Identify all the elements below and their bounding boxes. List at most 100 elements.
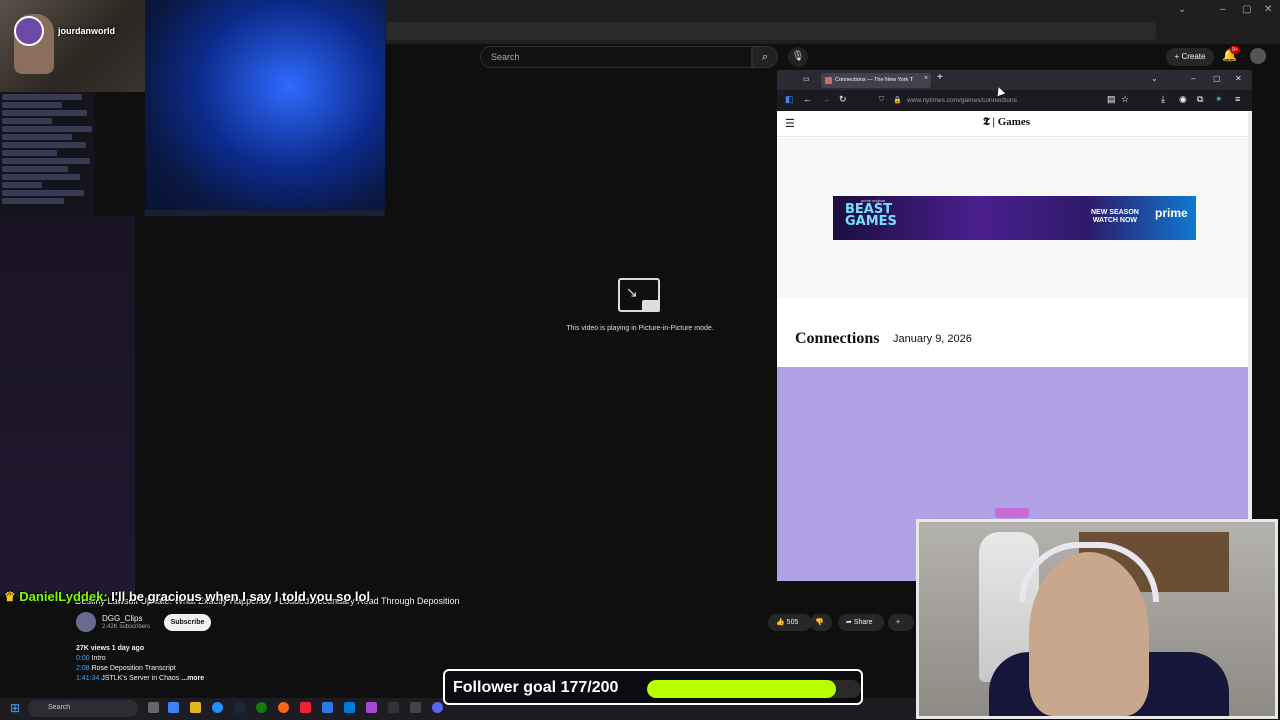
like-button[interactable]: 👍 505 <box>768 614 812 631</box>
reader-view-icon[interactable]: ▤ <box>1107 94 1116 105</box>
follower-goal-track <box>647 680 861 698</box>
browser-tab-strip: ▭ Connections — The New York T × + ⌄ – ▢… <box>777 70 1252 90</box>
page-scrollbar[interactable] <box>1248 111 1252 581</box>
create-label: Create <box>1181 52 1206 61</box>
account-icon[interactable]: ◉ <box>1179 94 1187 105</box>
shield-icon[interactable]: ⛉ <box>879 96 884 104</box>
chapter-timestamp[interactable]: 0:00 <box>76 655 90 662</box>
app-icon[interactable] <box>366 702 377 713</box>
url-bar[interactable]: ⛉ 🔒 www.nytimes.com/games/connections <box>873 93 1109 108</box>
share-icon: ➦ <box>846 619 852 626</box>
downloads-icon[interactable]: ⤓ <box>1161 94 1165 105</box>
follower-goal-widget: Follower goal 177/200 <box>443 669 863 705</box>
left-background-panel <box>0 216 135 596</box>
nyt-games-logo[interactable]: 𝕿 | Games <box>983 116 1030 129</box>
maximize-icon[interactable]: ▢ <box>1242 4 1251 15</box>
crown-icon: ♛ <box>4 589 16 604</box>
edge-icon[interactable] <box>212 702 223 713</box>
ad-title-line: GAMES <box>845 214 897 229</box>
microphone-icon: 🎙 <box>791 51 805 62</box>
chat-username: DanielLyddek: <box>19 589 108 604</box>
file-explorer-icon[interactable] <box>190 702 201 713</box>
games-logo-text: Games <box>997 116 1031 128</box>
reload-icon[interactable]: ↻ <box>839 94 847 105</box>
create-button[interactable]: + Create <box>1166 48 1214 66</box>
channel-avatar[interactable] <box>76 612 96 632</box>
notification-badge: 9+ <box>1230 46 1240 54</box>
search-input[interactable]: Search <box>480 46 752 68</box>
app-icon[interactable] <box>300 702 311 713</box>
chapter-timestamp[interactable]: 2:08 <box>76 665 90 672</box>
chapter-item: 0:00 Intro <box>76 654 516 664</box>
firefox-icon[interactable] <box>278 702 289 713</box>
maximize-icon[interactable]: ▢ <box>1213 74 1221 83</box>
extension-icon[interactable]: ✶ <box>1215 94 1223 105</box>
dislike-button[interactable]: 👎 <box>810 614 832 631</box>
app-icon[interactable] <box>322 702 333 713</box>
hamburger-menu-icon[interactable]: ☰ <box>785 117 795 130</box>
thumbs-down-icon: 👎 <box>815 619 824 626</box>
channel-name[interactable]: DGG_Clips <box>102 614 142 623</box>
ad-banner[interactable]: prime original BEAST GAMES NEW SEASON WA… <box>833 196 1196 240</box>
terminal-icon[interactable] <box>388 702 399 713</box>
chapter-label: JSTLK's Server in Chaos <box>101 675 180 682</box>
streamer-avatar <box>14 16 44 46</box>
ad-brand: prime <box>1155 206 1188 220</box>
search-button[interactable]: ⌕ <box>752 46 778 68</box>
sidebar-icon[interactable]: ◧ <box>785 94 794 105</box>
browser-window: ▭ Connections — The New York T × + ⌄ – ▢… <box>777 70 1252 581</box>
extensions-icon[interactable]: ⧉ <box>1197 94 1203 105</box>
chapter-label: Intro <box>91 655 106 662</box>
pip-message: This video is playing in Picture-in-Pict… <box>566 325 714 332</box>
puzzle-date: January 9, 2026 <box>893 333 972 345</box>
chat-message: I'll be gracious when I say I told you s… <box>111 589 371 604</box>
new-tab-icon[interactable]: + <box>937 72 943 83</box>
chat-overlay-message: ♛ DanielLyddek: I'll be gracious when I … <box>4 589 370 605</box>
ad-cta-line: WATCH NOW <box>1092 217 1138 224</box>
chevron-down-icon[interactable]: ⌄ <box>1178 4 1186 15</box>
chapter-timestamp[interactable]: 1:41:34 <box>76 675 99 682</box>
chapter-label: Rose Deposition Transcript <box>91 665 176 672</box>
subscribe-button[interactable]: Subscribe <box>164 614 211 631</box>
app-icon[interactable] <box>168 702 179 713</box>
forward-arrow-icon[interactable]: → <box>821 94 830 104</box>
tab-connections[interactable]: Connections — The New York T × <box>821 73 931 88</box>
windows-start-icon[interactable]: ⊞ <box>10 701 20 715</box>
discord-icon[interactable] <box>432 702 443 713</box>
xbox-icon[interactable] <box>256 702 267 713</box>
close-icon[interactable]: ✕ <box>1264 4 1272 15</box>
tab-close-icon[interactable]: × <box>924 75 928 82</box>
like-count: 505 <box>786 619 799 626</box>
stream-chat-panel <box>0 92 95 216</box>
taskbar-search[interactable]: Search <box>28 700 138 717</box>
task-view-icon[interactable] <box>148 702 159 713</box>
ad-zone: prime original BEAST GAMES NEW SEASON WA… <box>777 138 1252 298</box>
tab-overview-icon[interactable]: ▭ <box>803 75 810 83</box>
more-link[interactable]: ...more <box>181 675 204 682</box>
menu-icon[interactable]: ≡ <box>1235 94 1240 104</box>
nyt-favicon-icon <box>825 77 832 84</box>
lock-icon: 🔒 <box>893 97 902 104</box>
account-avatar[interactable] <box>1250 48 1266 64</box>
steam-icon[interactable] <box>234 702 245 713</box>
facecam-overlay <box>916 508 1278 719</box>
search-icon: ⌕ <box>761 51 769 63</box>
connections-heading-row: Connections January 9, 2026 <box>777 298 1252 368</box>
thumbs-up-icon: 👍 <box>776 619 785 626</box>
more-actions-button[interactable]: + <box>888 614 914 631</box>
chevron-down-icon[interactable]: ⌄ <box>1151 74 1158 83</box>
share-label: Share <box>853 619 873 626</box>
minimize-icon[interactable]: – <box>1220 4 1226 15</box>
minimize-icon[interactable]: – <box>1191 74 1195 83</box>
share-button[interactable]: ➦ Share <box>838 614 884 631</box>
outer-address-bar[interactable] <box>386 22 1156 40</box>
back-arrow-icon[interactable]: ← <box>803 94 812 104</box>
tab-title: Connections — The New York T <box>835 77 914 83</box>
ad-title: BEAST GAMES <box>845 203 897 229</box>
app-icon[interactable] <box>410 702 421 713</box>
desktop-preview <box>145 0 385 216</box>
app-icon[interactable] <box>344 702 355 713</box>
close-icon[interactable]: ✕ <box>1235 74 1242 83</box>
mic-button[interactable]: 🎙 <box>788 47 808 67</box>
bookmark-star-icon[interactable]: ☆ <box>1121 94 1129 105</box>
